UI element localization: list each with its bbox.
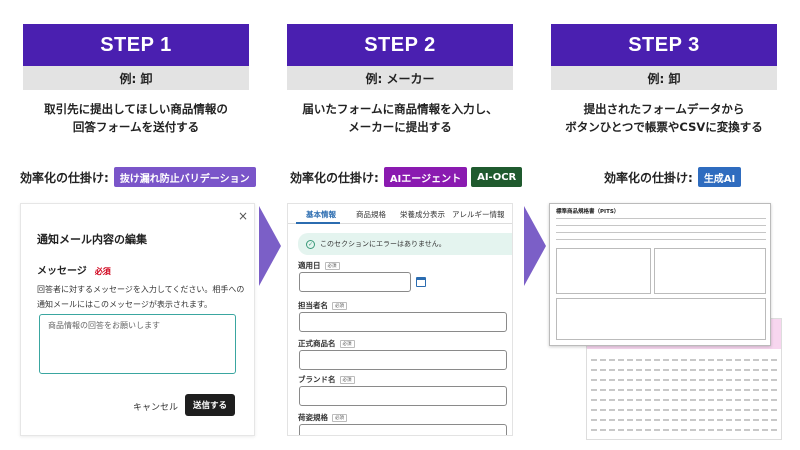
person-input[interactable] — [299, 312, 507, 332]
document-section — [556, 298, 766, 340]
chevron-right-icon — [524, 206, 546, 286]
step-1-column: STEP 1 例: 卸 取引先に提出してほしい商品情報の 回答フォームを送付する — [23, 0, 249, 144]
tab-basic-info[interactable]: 基本情報 — [306, 209, 336, 220]
banner-text: このセクションにエラーはありません。 — [320, 240, 446, 248]
help-text: 回答者に対するメッセージを入力してください。相手への通知メールにはこのメッセージ… — [37, 285, 245, 309]
step-3-description: 提出されたフォームデータから ボタンひとつで帳票やCSVに変換する — [551, 100, 777, 144]
field-label-text: 適用日 — [298, 261, 321, 270]
document-title: 標準商品規格書（PITS） — [556, 209, 620, 215]
required-badge: 必須 — [339, 375, 355, 384]
sheet-row — [591, 399, 779, 401]
ai-agent-tag: AIエージェント — [383, 167, 468, 187]
field-label-text: 担当者名 — [298, 301, 328, 310]
step-2-desc-line: メーカーに提出する — [348, 120, 452, 134]
validation-tag: 抜け漏れ防止バリデーション — [113, 167, 256, 187]
document-section — [654, 248, 766, 294]
packaging-input[interactable] — [299, 424, 507, 435]
step-1-mechanism: 効率化の仕掛け: 抜け漏れ防止バリデーション — [20, 166, 260, 188]
message-textarea[interactable]: 商品情報の回答をお願いします — [39, 314, 236, 374]
close-icon[interactable]: × — [238, 209, 248, 223]
sheet-row — [591, 369, 779, 371]
document-lines — [556, 218, 766, 246]
calendar-icon[interactable] — [416, 277, 426, 287]
sheet-row — [591, 429, 779, 431]
message-label-text: メッセージ — [37, 266, 87, 277]
generative-ai-tag: 生成AI — [697, 167, 742, 187]
required-badge: 必須 — [332, 301, 347, 310]
chevron-right-icon — [259, 206, 281, 286]
field-label-brand: ブランド名 必須 — [298, 374, 355, 385]
sheet-row — [591, 419, 779, 421]
mechanism-label: 効率化の仕掛け: — [290, 170, 379, 185]
spec-document-preview: 標準商品規格書（PITS） — [549, 203, 771, 346]
form-tabs: 基本情報 商品規格 栄養成分表示 アレルギー情報 — [288, 204, 512, 224]
cancel-button[interactable]: キャンセル — [133, 400, 178, 413]
step-2-column: STEP 2 例: メーカー 届いたフォームに商品情報を入力し、 メーカーに提出… — [287, 0, 513, 144]
field-label-date: 適用日 必須 — [298, 260, 340, 271]
step-2-description: 届いたフォームに商品情報を入力し、 メーカーに提出する — [287, 100, 513, 144]
step-2-example: 例: メーカー — [287, 66, 513, 90]
required-badge: 必須 — [324, 261, 340, 270]
field-label-text: ブランド名 — [298, 375, 336, 384]
document-section — [556, 248, 651, 294]
required-badge: 必須 — [94, 267, 111, 276]
step-3-mechanism: 効率化の仕掛け: 生成AI — [604, 166, 745, 188]
edit-notification-dialog: × 通知メール内容の編集 メッセージ 必須 回答者に対するメッセージを入力してくだ… — [20, 203, 255, 436]
step-1-description: 取引先に提出してほしい商品情報の 回答フォームを送付する — [23, 100, 249, 144]
sheet-row — [591, 409, 779, 411]
send-button[interactable]: 送信する — [185, 394, 235, 416]
step-3-desc-line: 提出されたフォームデータから — [583, 102, 745, 116]
step-1-desc-line: 回答フォームを送付する — [72, 120, 200, 134]
ai-ocr-tag: AI-OCR — [471, 167, 523, 187]
step-2-desc-line: 届いたフォームに商品情報を入力し、 — [302, 102, 498, 116]
active-tab-indicator — [296, 222, 340, 224]
product-info-form: 基本情報 商品規格 栄養成分表示 アレルギー情報 ✓ このセクションにエラーはあ… — [287, 203, 513, 436]
mechanism-label: 効率化の仕掛け: — [20, 170, 109, 185]
step-1-example: 例: 卸 — [23, 66, 249, 90]
no-error-banner: ✓ このセクションにエラーはありません。 — [298, 233, 512, 255]
step-3-example: 例: 卸 — [551, 66, 777, 90]
message-label: メッセージ 必須 — [37, 262, 111, 277]
step-3-column: STEP 3 例: 卸 提出されたフォームデータから ボタンひとつで帳票やCSV… — [551, 0, 777, 144]
required-badge: 必須 — [339, 339, 355, 348]
product-name-input[interactable] — [299, 350, 507, 370]
field-label-product-name: 正式商品名 必須 — [298, 338, 355, 349]
sheet-row — [591, 389, 779, 391]
required-badge: 必須 — [332, 413, 347, 422]
sheet-row — [591, 379, 779, 381]
tab-product-spec[interactable]: 商品規格 — [356, 209, 386, 220]
step-3-desc-line: ボタンひとつで帳票やCSVに変換する — [565, 120, 763, 134]
brand-input[interactable] — [299, 386, 507, 406]
tab-allergy[interactable]: アレルギー情報 — [452, 209, 505, 220]
date-input[interactable] — [299, 272, 411, 292]
dialog-title: 通知メール内容の編集 — [37, 233, 147, 246]
mechanism-label: 効率化の仕掛け: — [604, 170, 693, 185]
check-circle-icon: ✓ — [306, 239, 315, 249]
field-label-text: 荷姿規格 — [298, 413, 328, 422]
sheet-row — [591, 359, 779, 361]
step-1-desc-line: 取引先に提出してほしい商品情報の — [44, 102, 228, 116]
field-label-packaging: 荷姿規格 必須 — [298, 412, 347, 423]
step-1-title: STEP 1 — [23, 24, 249, 66]
field-label-text: 正式商品名 — [298, 339, 336, 348]
tab-nutrition[interactable]: 栄養成分表示 — [400, 209, 445, 220]
step-2-title: STEP 2 — [287, 24, 513, 66]
step-3-title: STEP 3 — [551, 24, 777, 66]
step-2-mechanism: 効率化の仕掛け: AIエージェント AI-OCR — [290, 166, 526, 188]
field-label-person: 担当者名 必須 — [298, 300, 347, 311]
